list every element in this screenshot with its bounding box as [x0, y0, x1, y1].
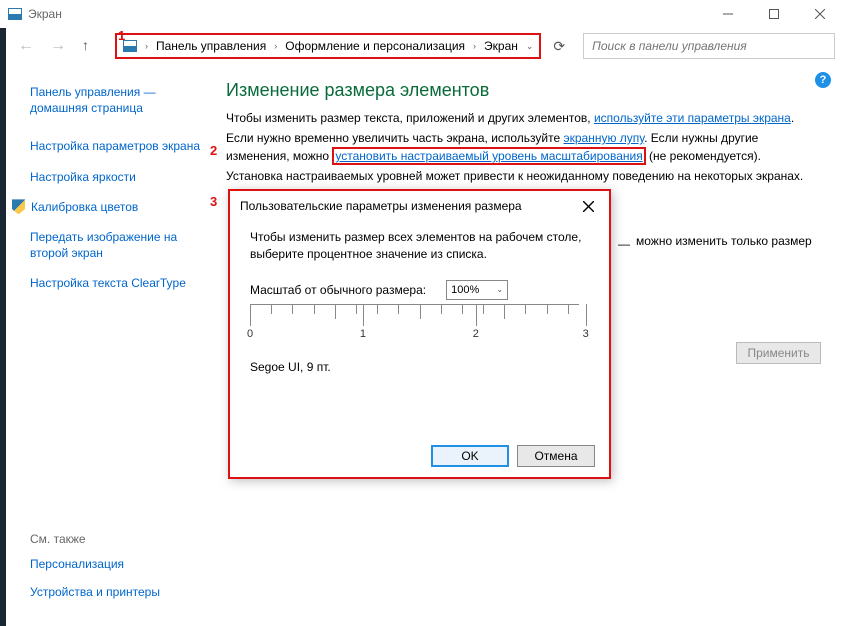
ruler[interactable]: 0 1 2 3 — [250, 304, 589, 354]
chevron-right-icon: › — [473, 41, 476, 51]
ok-button[interactable]: OK — [431, 445, 509, 467]
hidden-option-text: можно изменить только размер — [636, 234, 812, 248]
window-title: Экран — [28, 7, 62, 21]
breadcrumb-item[interactable]: Экран — [484, 39, 518, 53]
custom-scaling-dialog: Пользовательские параметры изменения раз… — [228, 189, 611, 479]
window-minimize-button[interactable] — [705, 0, 751, 28]
dash: — — [618, 237, 630, 251]
chevron-down-icon: ⌄ — [496, 285, 503, 294]
annotation-marker-2: 2 — [210, 143, 217, 158]
ruler-label: 2 — [473, 328, 479, 340]
scale-combobox[interactable]: 100% ⌄ — [446, 280, 508, 300]
nav-up-icon[interactable]: ↑ — [82, 37, 89, 55]
chevron-right-icon: › — [145, 41, 148, 51]
search-input[interactable] — [590, 38, 828, 54]
chevron-down-icon[interactable]: ⌄ — [526, 41, 534, 52]
sidebar-item[interactable]: Передать изображение на второй экран — [30, 229, 206, 261]
window-titlebar: Экран — [0, 0, 843, 28]
paragraph: Чтобы изменить размер текста, приложений… — [226, 109, 806, 127]
sidebar-footer-link[interactable]: Персонализация — [30, 556, 160, 572]
scale-value: 100% — [451, 284, 479, 296]
sidebar-footer-heading: См. также — [30, 532, 160, 546]
address-bar[interactable]: › Панель управления › Оформление и персо… — [115, 33, 541, 59]
dialog-close-button[interactable] — [567, 191, 609, 221]
scale-label: Масштаб от обычного размера: — [250, 283, 426, 297]
sidebar-item-calibrate[interactable]: Калибровка цветов — [12, 199, 206, 215]
page-heading: Изменение размера элементов — [226, 80, 823, 101]
nav-back-icon[interactable]: ← — [18, 37, 34, 55]
nav-forward-icon[interactable]: → — [50, 37, 66, 55]
apply-button: Применить — [736, 342, 821, 364]
breadcrumb-item[interactable]: Панель управления — [156, 39, 266, 53]
display-icon — [8, 8, 22, 20]
sidebar: Панель управления — домашняя страница На… — [6, 64, 216, 626]
ruler-label: 1 — [360, 328, 366, 340]
display-icon — [123, 40, 137, 52]
refresh-icon[interactable]: ⟳ — [547, 38, 571, 55]
paragraph: Установка настраиваемых уровней может пр… — [226, 167, 806, 185]
sidebar-item[interactable]: Настройка текста ClearType — [30, 275, 206, 291]
settings-link[interactable]: используйте эти параметры экрана — [594, 111, 791, 125]
cancel-button[interactable]: Отмена — [517, 445, 595, 467]
ruler-label: 3 — [583, 328, 589, 340]
font-sample: Segoe UI, 9 пт. — [250, 360, 589, 374]
sidebar-home-link[interactable]: Панель управления — домашняя страница — [30, 84, 206, 116]
breadcrumb-item[interactable]: Оформление и персонализация — [285, 39, 465, 53]
explorer-nav-row: ← → ↑ › Панель управления › Оформление и… — [0, 28, 843, 64]
search-input-wrap[interactable] — [583, 33, 835, 59]
sidebar-item[interactable]: Настройка яркости — [30, 169, 206, 185]
shield-icon — [12, 199, 25, 214]
sidebar-item[interactable]: Настройка параметров экрана — [30, 138, 206, 154]
sidebar-footer-link[interactable]: Устройства и принтеры — [30, 584, 160, 600]
chevron-right-icon: › — [274, 41, 277, 51]
magnifier-link[interactable]: экранную лупу — [564, 131, 645, 145]
window-maximize-button[interactable] — [751, 0, 797, 28]
dialog-title: Пользовательские параметры изменения раз… — [240, 199, 522, 213]
ruler-label: 0 — [247, 328, 253, 340]
paragraph: Если нужно временно увеличить часть экра… — [226, 129, 806, 165]
annotation-marker-3: 3 — [210, 194, 217, 209]
dialog-titlebar: Пользовательские параметры изменения раз… — [230, 191, 609, 221]
dialog-description: Чтобы изменить размер всех элементов на … — [250, 229, 589, 264]
window-close-button[interactable] — [797, 0, 843, 28]
sidebar-item-label: Калибровка цветов — [31, 199, 138, 215]
custom-scaling-link[interactable]: установить настраиваемый уровень масштаб… — [332, 147, 645, 165]
